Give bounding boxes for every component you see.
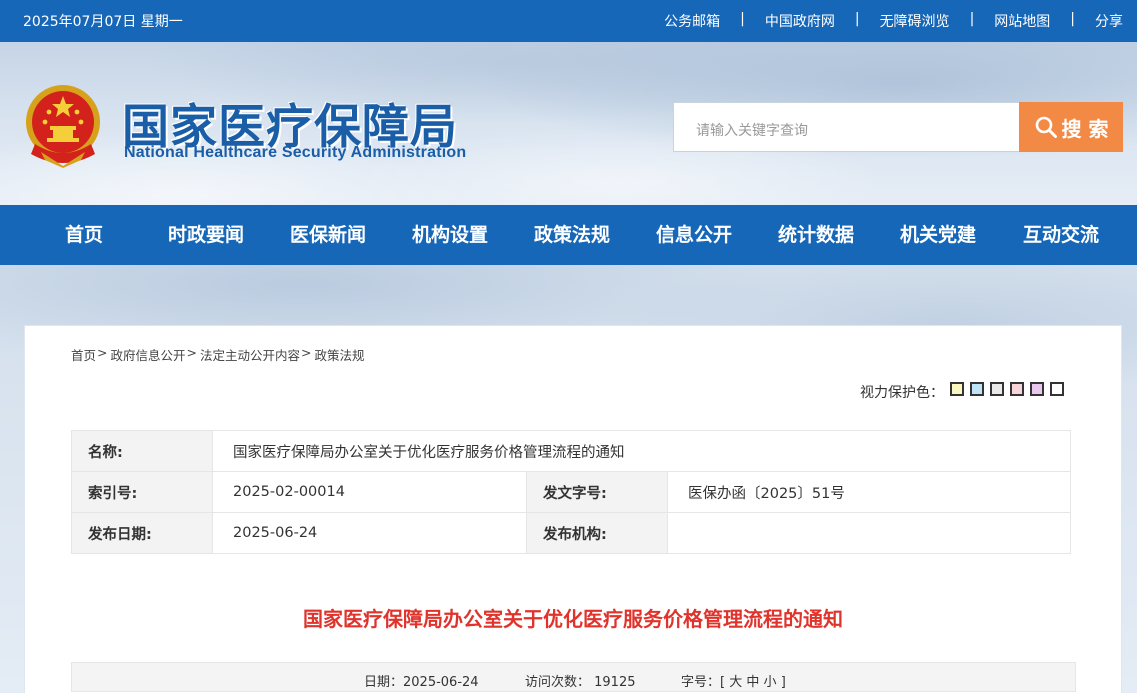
nav-item-news[interactable]: 时政要闻 xyxy=(168,205,244,265)
color-swatch-purple[interactable] xyxy=(1030,382,1044,396)
share-link[interactable]: 分享 xyxy=(1095,11,1123,31)
font-size-bracket: ] xyxy=(780,675,786,690)
nav-item-home[interactable]: 首页 xyxy=(65,205,103,265)
nav-item-insurance-news[interactable]: 医保新闻 xyxy=(290,205,366,265)
breadcrumb-separator: > xyxy=(97,345,108,360)
breadcrumb-separator: > xyxy=(301,345,312,360)
meta-org-value xyxy=(667,512,1071,554)
nav-item-interaction[interactable]: 互动交流 xyxy=(1023,205,1099,265)
china-gov-link[interactable]: 中国政府网 xyxy=(765,11,835,31)
font-size-large[interactable]: 大 xyxy=(729,675,742,690)
color-swatch-pink[interactable] xyxy=(1010,382,1024,396)
table-row: 名称: 国家医疗保障局办公室关于优化医疗服务价格管理流程的通知 xyxy=(71,430,1071,472)
article-title: 国家医疗保障局办公室关于优化医疗服务价格管理流程的通知 xyxy=(303,607,843,631)
nav-item-party[interactable]: 机关党建 xyxy=(900,205,976,265)
article-info-bar: 日期：2025-06-24 访问次数： 19125 字号：[ 大 中 小 ] xyxy=(71,662,1076,692)
search-icon xyxy=(1035,116,1057,138)
meta-docno-label: 发文字号: xyxy=(526,471,668,513)
breadcrumb-disclosure[interactable]: 政府信息公开 xyxy=(111,345,186,364)
article-visits: 访问次数： 19125 xyxy=(525,675,636,690)
main-nav: 首页 时政要闻 医保新闻 机构设置 政策法规 信息公开 统计数据 机关党建 互动… xyxy=(0,205,1137,265)
separator: | xyxy=(969,11,975,27)
nav-item-organization[interactable]: 机构设置 xyxy=(412,205,488,265)
nav-item-statistics[interactable]: 统计数据 xyxy=(778,205,854,265)
meta-name-value: 国家医疗保障局办公室关于优化医疗服务价格管理流程的通知 xyxy=(212,430,1071,472)
sitemap-link[interactable]: 网站地图 xyxy=(994,11,1050,31)
color-swatch-gray[interactable] xyxy=(990,382,1004,396)
separator: | xyxy=(854,11,860,27)
breadcrumb-separator: > xyxy=(186,345,197,360)
separator: | xyxy=(740,11,745,27)
site-header: 国家医疗保障局 National Healthcare Security Adm… xyxy=(0,42,1137,205)
meta-date-label: 发布日期: xyxy=(71,512,213,554)
meta-index-label: 索引号: xyxy=(71,471,213,513)
eye-care-selector: 视力保护色： xyxy=(860,382,1070,402)
search-button-label: 搜 索 xyxy=(1061,116,1109,141)
breadcrumb: 首页 > 政府信息公开 > 法定主动公开内容 > 政策法规 xyxy=(71,345,365,364)
top-links: 公务邮箱 | 中国政府网 | 无障碍浏览 | 网站地图 | 分享 xyxy=(664,11,1123,31)
meta-date-value: 2025-06-24 xyxy=(212,512,527,554)
font-size-control: 字号：[ 大 中 小 ] xyxy=(681,671,786,690)
color-swatch-white[interactable] xyxy=(1050,382,1064,396)
national-emblem-icon[interactable] xyxy=(23,82,103,168)
meta-org-label: 发布机构: xyxy=(526,512,668,554)
gov-mail-link[interactable]: 公务邮箱 xyxy=(664,11,720,31)
table-row: 索引号: 2025-02-00014 发文字号: 医保办函〔2025〕51号 xyxy=(71,471,1071,513)
font-size-bracket: [ xyxy=(720,675,726,690)
document-meta-table: 名称: 国家医疗保障局办公室关于优化医疗服务价格管理流程的通知 索引号: 202… xyxy=(71,430,1071,554)
color-swatch-yellow[interactable] xyxy=(950,382,964,396)
search-input[interactable]: 请输入关键字查询 xyxy=(673,102,1020,152)
breadcrumb-policy[interactable]: 政策法规 xyxy=(315,345,365,364)
nav-item-disclosure[interactable]: 信息公开 xyxy=(656,205,732,265)
meta-name-label: 名称: xyxy=(71,430,213,472)
meta-docno-value: 医保办函〔2025〕51号 xyxy=(667,471,1071,513)
search-button[interactable]: 搜 索 xyxy=(1019,102,1123,152)
color-swatch-blue[interactable] xyxy=(970,382,984,396)
breadcrumb-home[interactable]: 首页 xyxy=(71,345,96,364)
font-size-medium[interactable]: 中 xyxy=(746,675,759,690)
current-date: 2025年07月07日 星期一 xyxy=(23,14,183,30)
meta-index-value: 2025-02-00014 xyxy=(212,471,527,513)
eye-care-label: 视力保护色： xyxy=(860,385,944,401)
content-panel: 首页 > 政府信息公开 > 法定主动公开内容 > 政策法规 视力保护色： 名称:… xyxy=(24,325,1122,693)
separator: | xyxy=(1070,11,1075,27)
font-size-small[interactable]: 小 xyxy=(764,675,777,690)
table-row: 发布日期: 2025-06-24 发布机构: xyxy=(71,512,1071,554)
breadcrumb-statutory[interactable]: 法定主动公开内容 xyxy=(200,345,300,364)
accessibility-link[interactable]: 无障碍浏览 xyxy=(880,11,950,31)
site-logo-subtitle: National Healthcare Security Administrat… xyxy=(124,144,467,161)
top-bar: 2025年07月07日 星期一 公务邮箱 | 中国政府网 | 无障碍浏览 | 网… xyxy=(0,0,1137,42)
font-size-label: 字号： xyxy=(681,675,721,690)
nav-item-policy[interactable]: 政策法规 xyxy=(534,205,610,265)
article-date: 日期：2025-06-24 xyxy=(364,675,479,690)
